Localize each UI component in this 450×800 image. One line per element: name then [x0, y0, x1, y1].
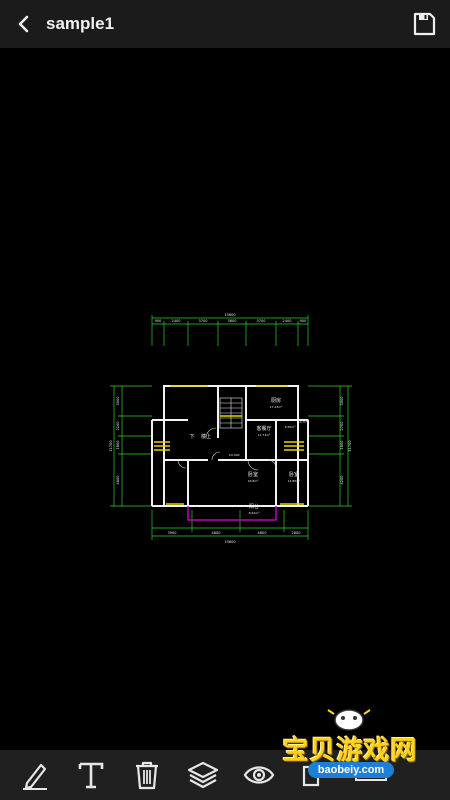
page-title: sample1 [46, 14, 115, 33]
chevron-left-icon [18, 15, 29, 33]
floor-plan-drawing[interactable]: 15600 900 2400 3700 3600 3700 2400 900 3… [108, 310, 354, 548]
dim-top-6: 2400 [283, 319, 292, 323]
dim-right-total: 11700 [348, 440, 352, 451]
stairs-up-label: 楼上 [201, 433, 211, 440]
room-kitchen: 厨房 [271, 397, 281, 404]
dim-right-2: 2700 [340, 422, 344, 431]
visibility-tool-button[interactable] [232, 750, 286, 800]
dimension-labels: 15600 900 2400 3700 3600 3700 2400 900 3… [109, 313, 352, 544]
room-living-area: 11.72m² [258, 433, 272, 437]
room-bath: 卫生间 [299, 418, 310, 423]
balcony-outline [187, 506, 277, 521]
watermark-url: baobeiy.com [308, 762, 394, 778]
layers-icon [187, 761, 219, 789]
trash-icon [136, 761, 158, 790]
room-kitchen-area: 17.43m² [270, 405, 284, 409]
room-living: 客餐厅 [256, 425, 271, 432]
delete-tool-button[interactable] [120, 750, 174, 800]
room-bedroom-2-area: 14.85m² [288, 479, 302, 483]
room-bath-area: 6.50m² [285, 425, 297, 429]
pencil-icon [23, 763, 47, 790]
text-tool-button[interactable] [64, 750, 118, 800]
dim-top-2: 2400 [172, 319, 181, 323]
dim-top-3: 3700 [199, 319, 208, 323]
drawing-canvas[interactable]: 15600 900 2400 3700 3600 3700 2400 900 3… [0, 48, 450, 750]
eye-icon [243, 766, 275, 784]
dim-overall-top: 15600 [224, 313, 235, 317]
top-app-bar: sample1 [0, 0, 450, 48]
stairs [219, 397, 243, 429]
dim-top-1: 900 [155, 319, 162, 323]
room-labels: 厨房 17.43m² 下 楼上 客餐厅 11.72m² 卫生间 6.50m² 卧… [189, 397, 309, 515]
dim-bottom-1: 3900 [168, 531, 177, 535]
dim-left-2: 2100 [116, 422, 120, 431]
room-balcony: 阳台 [249, 503, 259, 510]
dim-bottom-2: 4800 [212, 531, 221, 535]
text-icon [78, 762, 104, 789]
dim-bottom-4: 2800 [292, 531, 301, 535]
dim-top-5: 3700 [257, 319, 266, 323]
layers-tool-button[interactable] [176, 750, 230, 800]
room-bedroom-1-area: 16.8m² [248, 479, 260, 483]
window-markers [154, 385, 304, 505]
back-button[interactable] [4, 0, 44, 48]
dim-top-4: 3600 [228, 319, 237, 323]
dim-right-1: 3000 [340, 397, 344, 406]
dim-left-total: 11700 [109, 440, 113, 451]
dim-right-4: 4200 [340, 476, 344, 485]
room-bedroom-2: 卧室 [289, 471, 299, 478]
floppy-disk-icon [413, 12, 436, 36]
elevation-mark: ±0.000 [228, 453, 239, 457]
watermark-logo: 宝贝游戏网 baobeiy.com [280, 704, 420, 782]
dim-top-7: 900 [300, 319, 307, 323]
cad-viewer-app: sample1 15600 900 2400 3700 3600 3700 24… [0, 0, 450, 800]
room-balcony-area: 8.62m² [249, 511, 261, 515]
pencil-tool-button[interactable] [8, 750, 62, 800]
dim-right-3: 1800 [340, 441, 344, 450]
dim-left-4: 4800 [116, 476, 120, 485]
dim-left-1: 3000 [116, 397, 120, 406]
room-bedroom-1: 卧室 [248, 471, 258, 478]
save-button[interactable] [408, 8, 440, 40]
dim-bottom-3: 4800 [258, 531, 267, 535]
dim-left-3: 1800 [116, 441, 120, 450]
dim-overall-bottom: 15600 [224, 540, 235, 544]
stairs-down-label: 下 [189, 434, 194, 440]
